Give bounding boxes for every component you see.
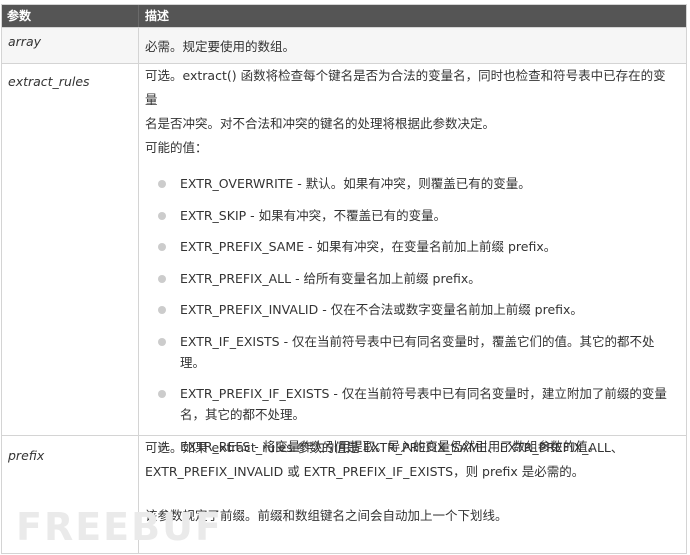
table-row-extract-rules: extract_rules 可选。extract() 函数将检查每个键名是否为合…	[2, 63, 686, 454]
bullet-icon	[158, 180, 166, 188]
prefix-desc-line2: EXTR_PREFIX_INVALID 或 EXTR_PREFIX_IF_EXI…	[145, 464, 585, 479]
option-text: EXTR_PREFIX_IF_EXISTS - 仅在当前符号表中已有同名变量时，…	[180, 386, 667, 422]
prefix-desc-line1: 可选。如果 extract_rules 参数的值是 EXTR_PREFIX_SA…	[145, 440, 624, 455]
option-text: EXTR_PREFIX_ALL - 给所有变量名加上前缀 prefix。	[180, 270, 481, 286]
option-list: EXTR_OVERWRITE - 默认。如果有冲突，则覆盖已有的变量。 EXTR…	[145, 173, 678, 457]
param-name-extract-rules: extract_rules	[2, 64, 139, 435]
table-row-array: array 必需。规定要使用的数组。	[2, 27, 686, 63]
list-item: EXTR_PREFIX_ALL - 给所有变量名加上前缀 prefix。	[158, 268, 678, 289]
possible-values-label: 可能的值：	[145, 140, 208, 155]
extract-rules-desc-line2: 名是否冲突。对不合法和冲突的键名的处理将根据此参数决定。	[145, 116, 496, 131]
option-text: EXTR_IF_EXISTS - 仅在当前符号表中已有同名变量时，覆盖它们的值。…	[180, 333, 655, 370]
array-desc-text: 必需。规定要使用的数组。	[145, 39, 296, 54]
header-desc: 描述	[145, 9, 170, 23]
option-text: EXTR_PREFIX_INVALID - 仅在不合法或数字变量名前加上前缀 p…	[180, 302, 583, 317]
list-item: EXTR_OVERWRITE - 默认。如果有冲突，则覆盖已有的变量。	[158, 173, 678, 194]
list-item: EXTR_SKIP - 如果有冲突，不覆盖已有的变量。	[158, 205, 678, 226]
list-item: EXTR_IF_EXISTS - 仅在当前符号表中已有同名变量时，覆盖它们的值。…	[158, 331, 678, 373]
table-header: 参数 描述	[2, 5, 686, 27]
extract-rules-desc-line1: 可选。extract() 函数将检查每个键名是否为合法的变量名，同时也检查和符号…	[145, 68, 666, 107]
bullet-icon	[158, 211, 166, 220]
bullet-icon	[158, 243, 166, 251]
bullet-icon	[158, 390, 166, 398]
option-text: EXTR_SKIP - 如果有冲突，不覆盖已有的变量。	[180, 207, 447, 223]
param-desc-array: 必需。规定要使用的数组。	[139, 28, 686, 63]
watermark-logo: FREEBUF	[16, 505, 223, 549]
prefix-desc-line3: 该参数规定了前缀。前缀和数组键名之间会自动加上一个下划线。	[145, 508, 508, 523]
list-item: EXTR_PREFIX_SAME - 如果有冲突，在变量名前加上前缀 prefi…	[158, 236, 678, 257]
option-text: EXTR_PREFIX_SAME - 如果有冲突，在变量名前加上前缀 prefi…	[180, 239, 557, 254]
list-item: EXTR_PREFIX_INVALID - 仅在不合法或数字变量名前加上前缀 p…	[158, 299, 678, 320]
bullet-icon	[158, 337, 166, 346]
list-item: EXTR_PREFIX_IF_EXISTS - 仅在当前符号表中已有同名变量时，…	[158, 383, 678, 425]
header-param: 参数	[2, 5, 139, 27]
param-name-array: array	[2, 28, 139, 63]
bullet-icon	[158, 274, 166, 283]
parameters-table: 参数 描述 array 必需。规定要使用的数组。 extract_rules 可…	[1, 4, 687, 554]
bullet-icon	[158, 306, 166, 314]
option-text: EXTR_OVERWRITE - 默认。如果有冲突，则覆盖已有的变量。	[180, 176, 531, 191]
param-desc-extract-rules: 可选。extract() 函数将检查每个键名是否为合法的变量名，同时也检查和符号…	[139, 64, 686, 454]
